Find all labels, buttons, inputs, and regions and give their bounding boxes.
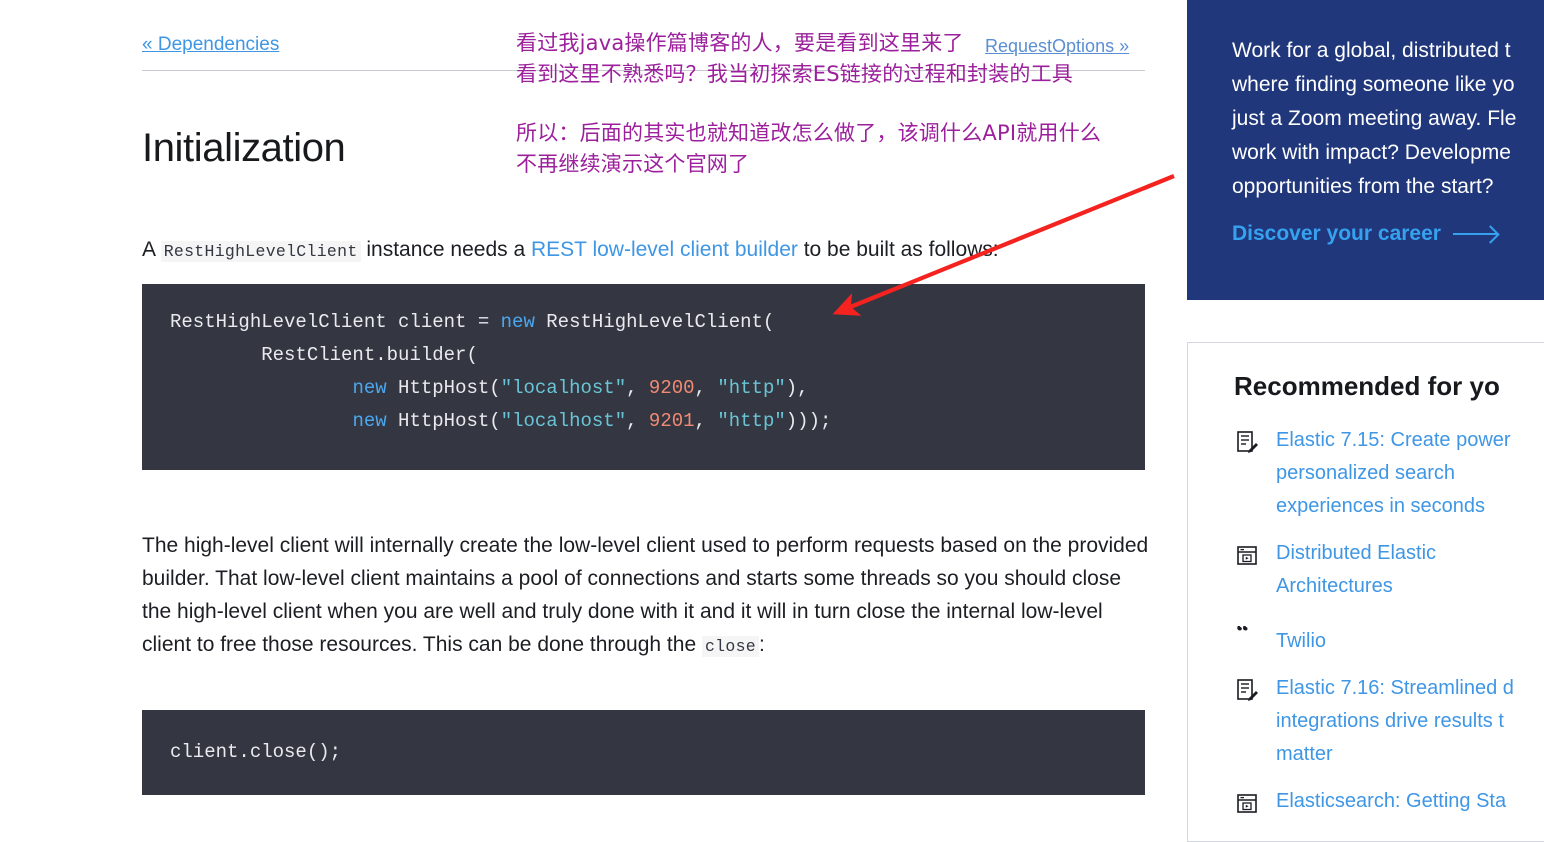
code-string: "localhost" xyxy=(500,410,627,432)
code-token: , xyxy=(694,410,718,432)
code-token: , xyxy=(626,377,649,399)
body-text-part2: : xyxy=(758,633,765,656)
recommended-for-you-card: Recommended for yo Elastic 7.15: Create … xyxy=(1187,342,1544,842)
rest-low-level-client-builder-link[interactable]: REST low-level client builder xyxy=(531,238,798,261)
intro-text-middle: instance needs a xyxy=(360,238,531,261)
code-token: , xyxy=(694,377,718,399)
inline-code-close: close xyxy=(701,636,759,657)
video-window-icon xyxy=(1234,789,1260,819)
code-token: ))); xyxy=(785,410,832,432)
video-window-icon xyxy=(1234,541,1260,571)
code-token: HttpHost( xyxy=(386,410,501,432)
svg-text:“: “ xyxy=(1236,626,1249,646)
list-item[interactable]: Elastic 7.15: Create power personalized … xyxy=(1234,424,1536,523)
code-token: ), xyxy=(785,377,809,399)
recommended-item-link[interactable]: Elastic 7.15: Create power personalized … xyxy=(1276,424,1536,523)
annotation-note-2: 所以：后面的其实也就知道改怎么做了，该调什么API就用什么 不再继续演示这个官网… xyxy=(516,121,1102,176)
recommended-title: Recommended for yo xyxy=(1234,371,1500,401)
list-item[interactable]: Elastic 7.16: Streamlined d integrations… xyxy=(1234,672,1536,771)
quote-icon: “ xyxy=(1234,621,1260,651)
intro-text-before: A xyxy=(142,238,161,261)
recommended-item-link[interactable]: Elastic 7.16: Streamlined d integrations… xyxy=(1276,672,1536,771)
code-keyword: new xyxy=(352,377,387,399)
code-string: "localhost" xyxy=(500,377,627,399)
intro-text-after: to be built as follows: xyxy=(797,238,999,261)
code-string: "http" xyxy=(717,410,786,432)
code-token: RestHighLevelClient( xyxy=(534,311,775,333)
career-cta-label: Discover your career xyxy=(1232,222,1441,245)
code-token: RestHighLevelClient client = xyxy=(170,311,501,333)
article-edit-icon xyxy=(1234,676,1260,706)
code-block-initialization: RestHighLevelClient client = new RestHig… xyxy=(142,284,1145,470)
code-string: "http" xyxy=(717,377,786,399)
discover-your-career-link[interactable]: Discover your career xyxy=(1232,222,1497,246)
code-token: RestClient.builder( xyxy=(170,344,478,366)
list-item[interactable]: Distributed Elastic Architectures xyxy=(1234,537,1536,603)
breadcrumb-prev-link[interactable]: « Dependencies xyxy=(142,34,279,56)
body-text-part1: The high-level client will internally cr… xyxy=(142,534,1149,656)
code-keyword: new xyxy=(352,410,387,432)
career-banner-text: Work for a global, distributed t where f… xyxy=(1232,39,1517,198)
page-title: Initialization xyxy=(142,126,346,170)
recommended-item-link[interactable]: Twilio xyxy=(1276,625,1326,658)
code-token: , xyxy=(626,410,649,432)
intro-paragraph: A RestHighLevelClient instance needs a R… xyxy=(142,235,1152,267)
recommended-item-link[interactable]: Elasticsearch: Getting Sta xyxy=(1276,785,1506,818)
code-number: 9200 xyxy=(648,377,695,399)
inline-code-resthighlevelclient: RestHighLevelClient xyxy=(160,241,361,262)
article-edit-icon xyxy=(1234,428,1260,458)
list-item[interactable]: “ Twilio xyxy=(1234,617,1536,658)
list-item[interactable]: Elasticsearch: Getting Sta xyxy=(1234,785,1536,819)
code-keyword: new xyxy=(500,311,535,333)
annotation-note-1: 看过我java操作篇博客的人，要是看到这里来了 看到这里不熟悉吗？我当初探索ES… xyxy=(516,31,1073,86)
body-paragraph: The high-level client will internally cr… xyxy=(142,529,1150,663)
code-token: client.close(); xyxy=(170,741,342,763)
career-banner: Work for a global, distributed t where f… xyxy=(1187,0,1544,300)
code-number: 9201 xyxy=(648,410,695,432)
arrow-right-icon xyxy=(1452,233,1497,235)
recommended-item-link[interactable]: Distributed Elastic Architectures xyxy=(1276,537,1536,603)
code-token: HttpHost( xyxy=(386,377,501,399)
code-block-close: client.close(); xyxy=(142,710,1145,795)
